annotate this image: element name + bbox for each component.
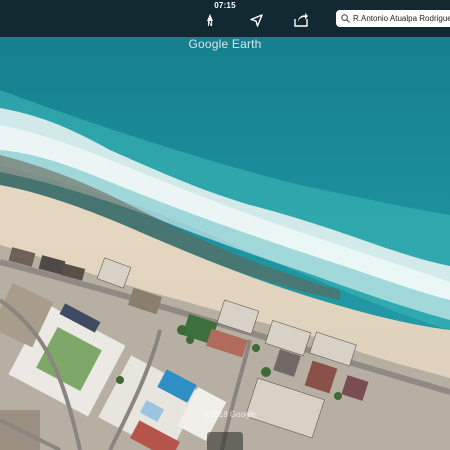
share-icon bbox=[294, 13, 308, 27]
bottom-panel-handle[interactable] bbox=[207, 432, 243, 450]
compass-button[interactable]: N bbox=[199, 11, 221, 31]
status-time: 07:15 bbox=[214, 1, 236, 10]
compass-north-icon bbox=[207, 13, 213, 21]
share-button[interactable] bbox=[290, 10, 312, 30]
location-arrow-icon bbox=[249, 13, 263, 27]
aerial-map-view[interactable] bbox=[0, 0, 450, 450]
map-attribution: ©2018 Google bbox=[204, 410, 256, 419]
google-earth-watermark: Google Earth bbox=[188, 37, 262, 51]
top-toolbar: 07:15 N R.Antonio Atualpa Rodrigues bbox=[0, 0, 450, 37]
my-location-button[interactable] bbox=[245, 10, 267, 30]
compass-label: N bbox=[207, 20, 213, 28]
google-earth-screen: 07:15 N R.Antonio Atualpa Rodrigues Goog… bbox=[0, 0, 450, 450]
search-query: R.Antonio Atualpa Rodrigues bbox=[353, 14, 450, 23]
search-field[interactable]: R.Antonio Atualpa Rodrigues bbox=[336, 10, 450, 27]
search-icon bbox=[341, 14, 350, 23]
